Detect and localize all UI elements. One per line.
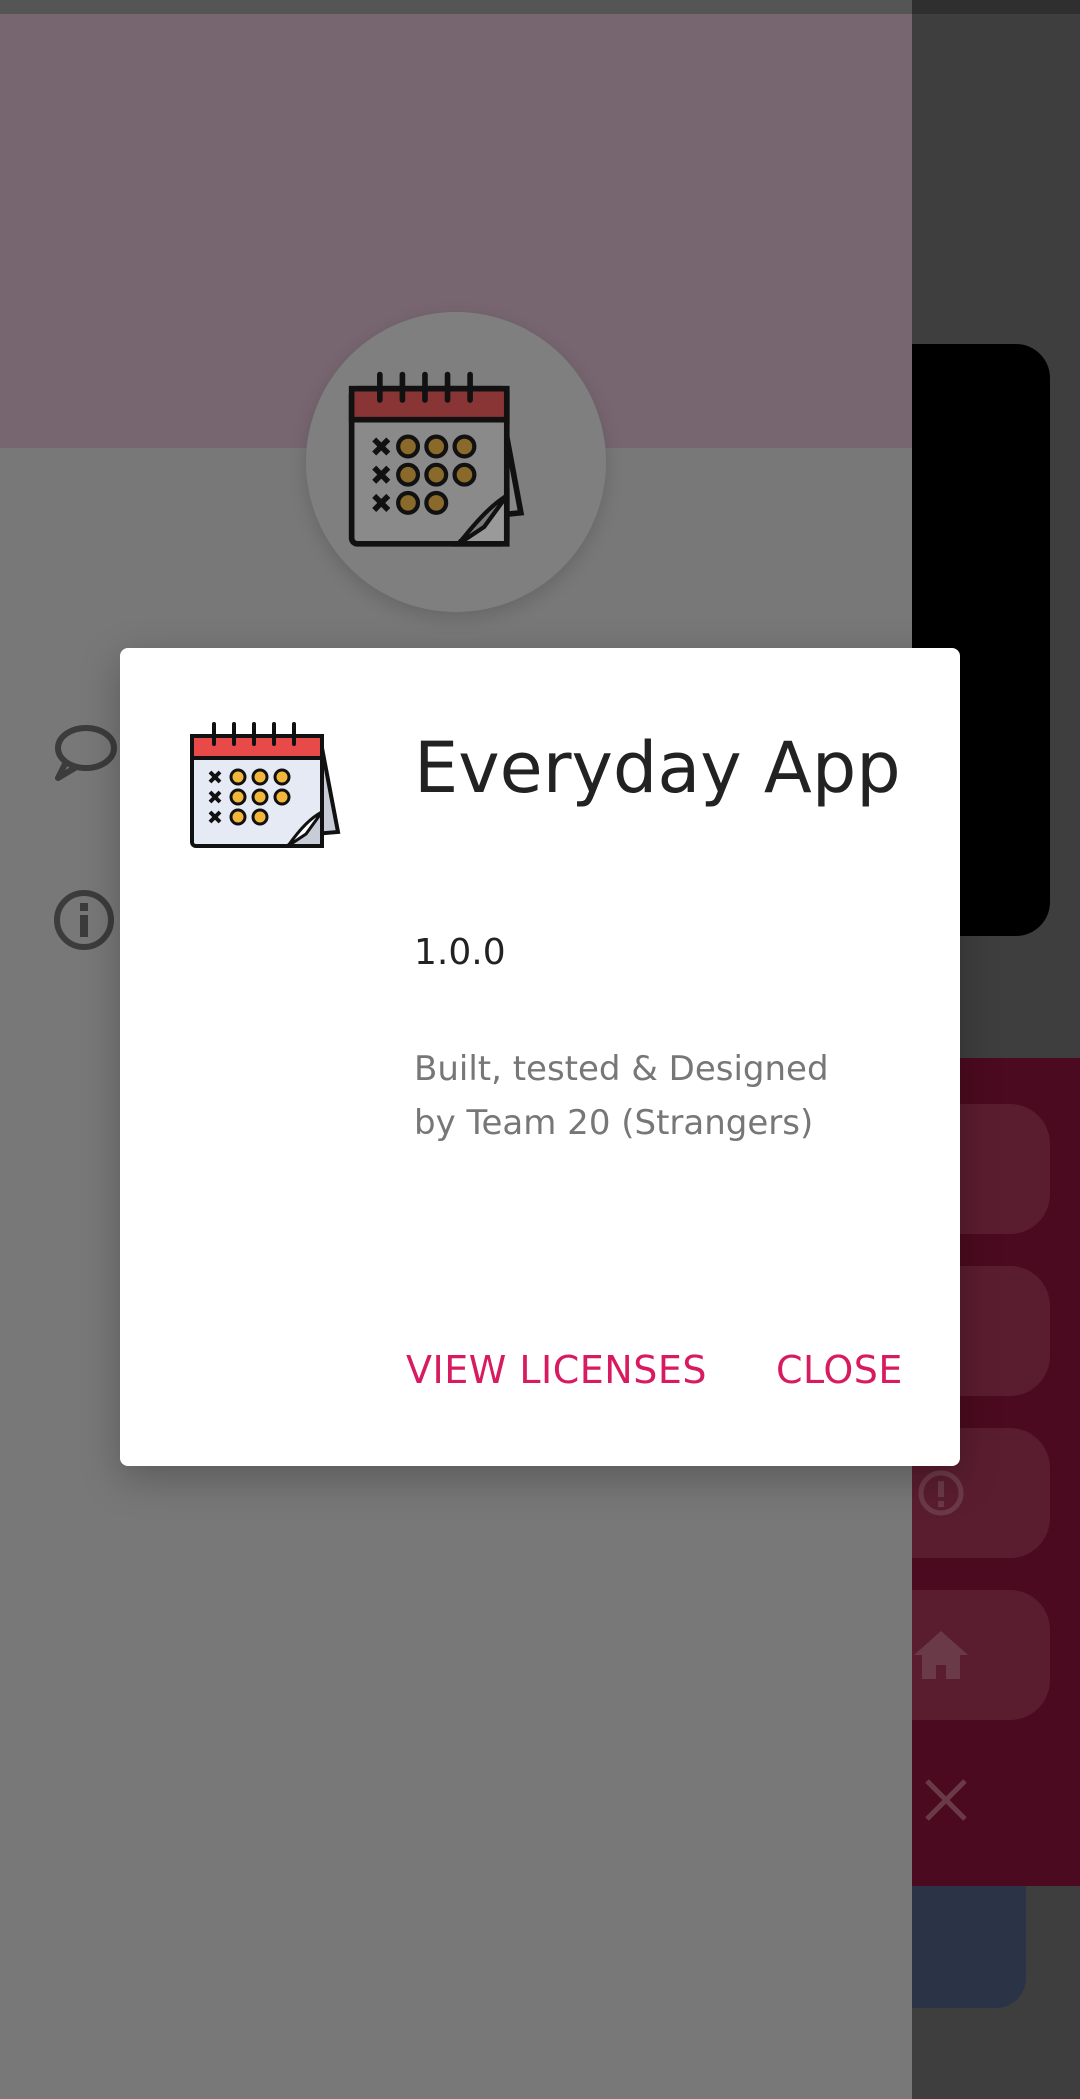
info-icon[interactable] [48,884,120,956]
home-icon [912,1590,970,1720]
background-home-button [912,1590,1050,1720]
app-legalese: Built, tested & Designed by Team 20 (Str… [414,1049,829,1143]
app-version: 1.0.0 [414,932,506,973]
close-button[interactable]: CLOSE [776,1348,903,1392]
app-icon [188,722,344,850]
app-name: Everyday App [414,727,901,809]
status-bar-right [912,0,1080,14]
view-licenses-button[interactable]: VIEW LICENSES [406,1348,707,1392]
calendar-logo-icon [348,371,525,547]
chat-bubble-icon[interactable] [48,716,120,788]
background-bottom-card [912,1886,1026,2008]
about-dialog: Everyday App 1.0.0 Built, tested & Desig… [120,648,960,1466]
close-icon [912,1760,980,1840]
drawer-avatar [306,312,606,612]
